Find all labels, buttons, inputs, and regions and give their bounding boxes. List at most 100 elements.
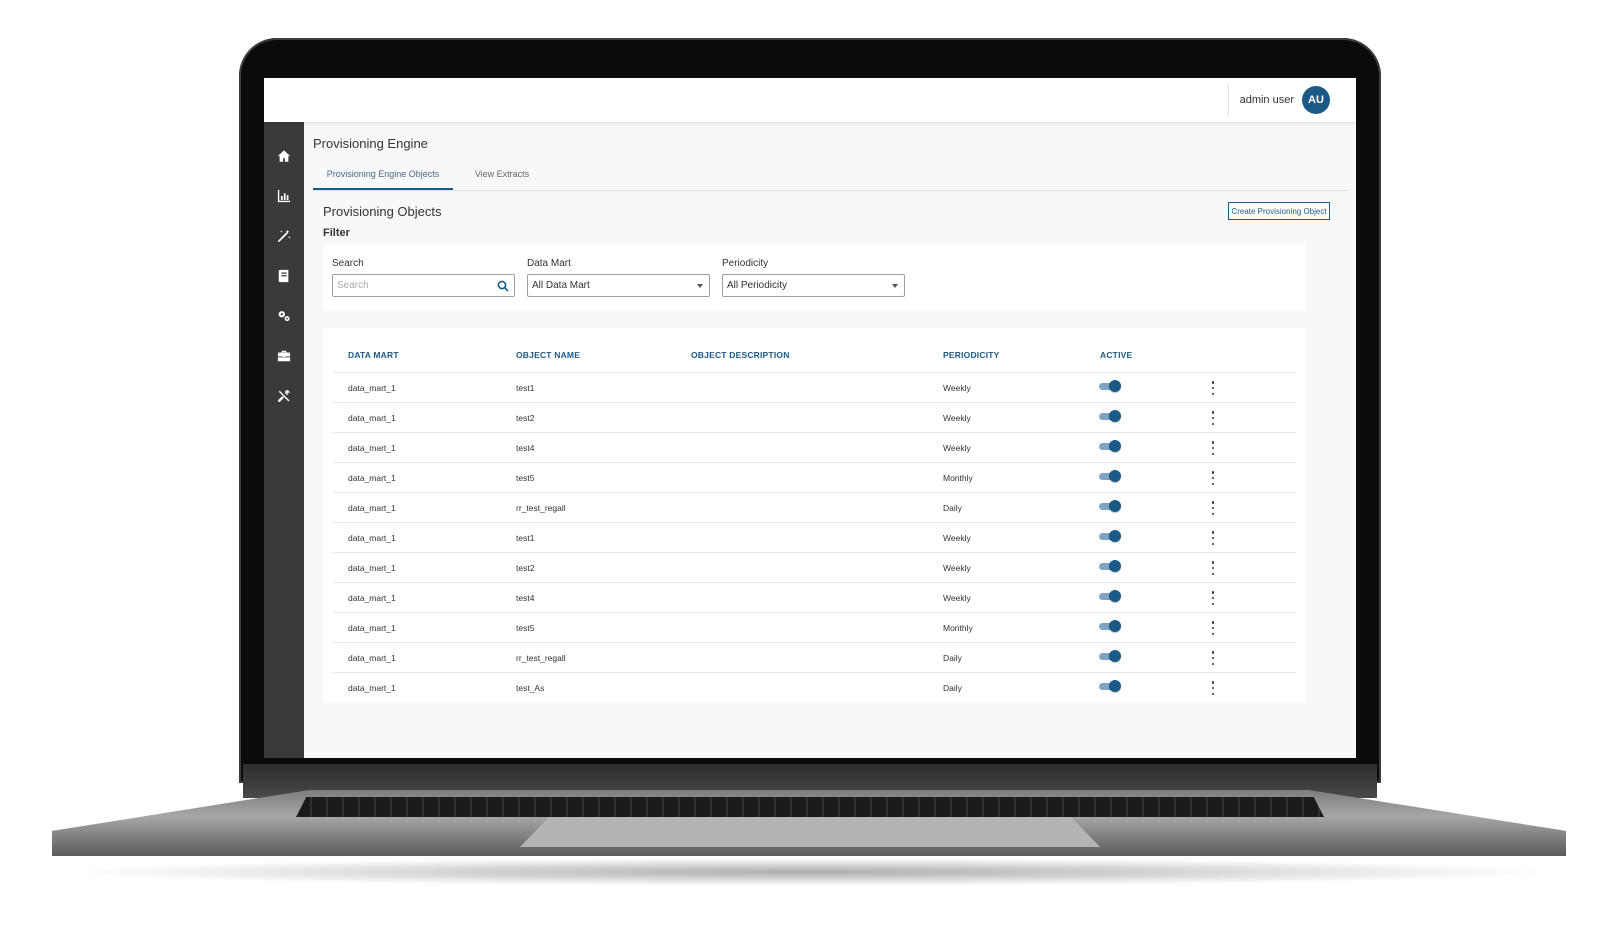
cell-data-mart: data_mart_1 bbox=[348, 503, 396, 513]
cell-periodicity: Weekly bbox=[943, 533, 971, 543]
cell-object-name: test5 bbox=[516, 473, 535, 483]
table-row[interactable]: data_mart_1 test5 Monthly bbox=[333, 462, 1296, 493]
toggle-knob bbox=[1109, 620, 1121, 632]
search-field[interactable] bbox=[332, 274, 515, 297]
column-header-data-mart[interactable]: DATA MART bbox=[348, 350, 399, 360]
row-actions-kebab-icon[interactable] bbox=[1207, 651, 1219, 665]
chevron-down-icon bbox=[892, 284, 898, 288]
active-toggle[interactable] bbox=[1099, 470, 1121, 482]
column-header-object-name[interactable]: OBJECT NAME bbox=[516, 350, 580, 360]
cell-data-mart: data_mart_1 bbox=[348, 473, 396, 483]
cell-periodicity: Weekly bbox=[943, 413, 971, 423]
row-actions-kebab-icon[interactable] bbox=[1207, 501, 1219, 515]
cell-data-mart: data_mart_1 bbox=[348, 443, 396, 453]
column-header-object-description[interactable]: OBJECT DESCRIPTION bbox=[691, 350, 790, 360]
row-actions-kebab-icon[interactable] bbox=[1207, 411, 1219, 425]
row-actions-kebab-icon[interactable] bbox=[1207, 561, 1219, 575]
table-row[interactable]: data_mart_1 test2 Weekly bbox=[333, 552, 1296, 583]
cell-data-mart: data_mart_1 bbox=[348, 383, 396, 393]
cell-object-name: rr_test_regall bbox=[516, 503, 566, 513]
table-row[interactable]: data_mart_1 rr_test_regall Daily bbox=[333, 642, 1296, 673]
tab-view-extracts[interactable]: View Extracts bbox=[459, 162, 545, 188]
toggle-knob bbox=[1109, 440, 1121, 452]
cell-object-name: test1 bbox=[516, 533, 535, 543]
create-provisioning-object-button[interactable]: Create Provisioning Object bbox=[1228, 202, 1330, 220]
tab-bar: Provisioning Engine Objects View Extract… bbox=[313, 162, 1348, 191]
active-toggle[interactable] bbox=[1099, 440, 1121, 452]
filter-label: Filter bbox=[323, 227, 350, 239]
row-actions-kebab-icon[interactable] bbox=[1207, 591, 1219, 605]
cell-object-name: test1 bbox=[516, 383, 535, 393]
table-row[interactable]: data_mart_1 rr_test_regall Daily bbox=[333, 492, 1296, 523]
cell-object-name: test4 bbox=[516, 593, 535, 603]
row-actions-kebab-icon[interactable] bbox=[1207, 621, 1219, 635]
table-row[interactable]: data_mart_1 test5 Monthly bbox=[333, 612, 1296, 643]
active-toggle[interactable] bbox=[1099, 650, 1121, 662]
data-mart-label: Data Mart bbox=[527, 258, 571, 269]
user-menu[interactable]: admin user AU bbox=[1227, 84, 1330, 116]
toggle-knob bbox=[1109, 680, 1121, 692]
search-input[interactable] bbox=[337, 280, 487, 291]
cell-periodicity: Weekly bbox=[943, 593, 971, 603]
row-actions-kebab-icon[interactable] bbox=[1207, 471, 1219, 485]
chevron-down-icon bbox=[697, 284, 703, 288]
table-row[interactable]: data_mart_1 test4 Weekly bbox=[333, 432, 1296, 463]
row-actions-kebab-icon[interactable] bbox=[1207, 381, 1219, 395]
section-title: Provisioning Objects bbox=[323, 204, 442, 219]
cell-object-name: test4 bbox=[516, 443, 535, 453]
main-content: Provisioning Engine Provisioning Engine … bbox=[304, 122, 1356, 758]
column-header-active: ACTIVE bbox=[1100, 350, 1133, 360]
table-row[interactable]: data_mart_1 test1 Weekly bbox=[333, 372, 1296, 403]
toggle-knob bbox=[1109, 470, 1121, 482]
cell-periodicity: Weekly bbox=[943, 443, 971, 453]
tools-icon[interactable] bbox=[272, 384, 296, 408]
cell-data-mart: data_mart_1 bbox=[348, 413, 396, 423]
active-toggle[interactable] bbox=[1099, 530, 1121, 542]
cell-object-name: test2 bbox=[516, 563, 535, 573]
laptop-trackpad bbox=[520, 817, 1100, 847]
cell-object-name: test5 bbox=[516, 623, 535, 633]
active-toggle[interactable] bbox=[1099, 380, 1121, 392]
data-mart-select[interactable]: All Data Mart bbox=[527, 274, 710, 297]
active-toggle[interactable] bbox=[1099, 410, 1121, 422]
toggle-knob bbox=[1109, 650, 1121, 662]
row-actions-kebab-icon[interactable] bbox=[1207, 441, 1219, 455]
active-toggle[interactable] bbox=[1099, 590, 1121, 602]
user-name: admin user bbox=[1239, 94, 1294, 106]
table-row[interactable]: data_mart_1 test2 Weekly bbox=[333, 402, 1296, 433]
active-toggle[interactable] bbox=[1099, 560, 1121, 572]
row-actions-kebab-icon[interactable] bbox=[1207, 681, 1219, 695]
book-icon[interactable] bbox=[272, 264, 296, 288]
column-header-periodicity[interactable]: PERIODICITY bbox=[943, 350, 1000, 360]
cell-periodicity: Monthly bbox=[943, 473, 973, 483]
cell-data-mart: data_mart_1 bbox=[348, 653, 396, 663]
cell-data-mart: data_mart_1 bbox=[348, 533, 396, 543]
active-toggle[interactable] bbox=[1099, 500, 1121, 512]
cell-object-name: test_As bbox=[516, 683, 545, 693]
search-icon[interactable] bbox=[497, 280, 509, 292]
tab-provisioning-engine-objects[interactable]: Provisioning Engine Objects bbox=[313, 162, 453, 190]
cell-periodicity: Daily bbox=[943, 653, 962, 663]
cell-periodicity: Daily bbox=[943, 503, 962, 513]
magic-wand-icon[interactable] bbox=[272, 224, 296, 248]
toggle-knob bbox=[1109, 500, 1121, 512]
row-actions-kebab-icon[interactable] bbox=[1207, 531, 1219, 545]
active-toggle[interactable] bbox=[1099, 620, 1121, 632]
home-icon[interactable] bbox=[272, 144, 296, 168]
table-row[interactable]: data_mart_1 test4 Weekly bbox=[333, 582, 1296, 613]
cell-object-name: test2 bbox=[516, 413, 535, 423]
cell-periodicity: Weekly bbox=[943, 563, 971, 573]
top-bar: admin user AU bbox=[264, 78, 1356, 122]
avatar[interactable]: AU bbox=[1302, 86, 1330, 114]
cell-object-name: rr_test_regall bbox=[516, 653, 566, 663]
table-row[interactable]: data_mart_1 test_As Daily bbox=[333, 672, 1296, 703]
bar-chart-icon[interactable] bbox=[272, 184, 296, 208]
periodicity-select[interactable]: All Periodicity bbox=[722, 274, 905, 297]
sidebar bbox=[264, 122, 304, 758]
table-row[interactable]: data_mart_1 test1 Weekly bbox=[333, 522, 1296, 553]
cell-periodicity: Monthly bbox=[943, 623, 973, 633]
toolbox-icon[interactable] bbox=[272, 344, 296, 368]
active-toggle[interactable] bbox=[1099, 680, 1121, 692]
toggle-knob bbox=[1109, 410, 1121, 422]
gears-icon[interactable] bbox=[272, 304, 296, 328]
